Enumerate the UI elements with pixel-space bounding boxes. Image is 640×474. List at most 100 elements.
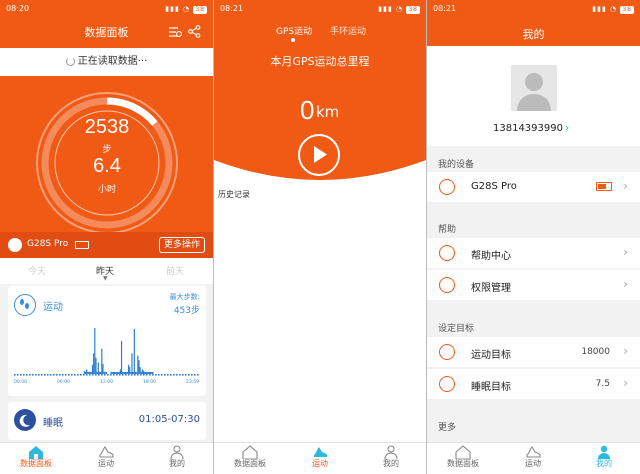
nav-mine[interactable]: 我的 [579, 443, 629, 469]
bottom-nav: 数据面板 运动 我的 [214, 442, 426, 474]
sleep-card[interactable]: 睡眠 01:05-07:30 [8, 402, 206, 440]
battery-level: 38 [406, 6, 420, 14]
nav-sport[interactable]: 运动 [81, 443, 131, 469]
help-center-row[interactable]: 帮助中心 › [427, 238, 640, 268]
sleep-time-range: 01:05-07:30 [138, 414, 200, 425]
device-status-bar: G28S Pro 更多操作 [0, 232, 213, 258]
activity-baseline-dot [65, 374, 67, 376]
activity-bar [126, 372, 128, 374]
tab-today[interactable]: 今天 [28, 264, 46, 277]
status-icons: ▮▮▮ ◔ 38 [165, 5, 207, 14]
activity-baseline-dot [164, 374, 166, 376]
activity-baseline-dot [134, 374, 136, 376]
activity-baseline-dot [110, 374, 112, 376]
activity-baseline-dot [107, 374, 109, 376]
nav-label: 运动 [525, 459, 541, 468]
tab-day-before[interactable]: 前天 [166, 264, 184, 277]
activity-baseline-dot [86, 374, 88, 376]
chevron-right-icon: › [623, 277, 628, 291]
activity-bar [143, 370, 145, 374]
sleep-goal-row[interactable]: 睡眠目标 7.5 › [427, 369, 640, 399]
device-row[interactable]: G28S Pro › [427, 172, 640, 202]
activity-bar [145, 372, 147, 374]
activity-baseline-dot [104, 374, 106, 376]
help-center-label: 帮助中心 [471, 251, 511, 262]
activity-baseline-dot [26, 374, 28, 376]
profile-card[interactable]: 13814393990 › [427, 46, 640, 146]
person-icon [598, 445, 610, 459]
tab-band[interactable]: 手环运动 [330, 24, 366, 37]
activity-baseline-dot [122, 374, 124, 376]
nav-label: 我的 [596, 459, 612, 468]
hours-value: 6.4 [93, 155, 121, 177]
permission-label: 权限管理 [471, 283, 511, 294]
activity-title: 运动 [43, 302, 63, 313]
history-link[interactable]: 历史记录 [218, 189, 250, 200]
activity-baseline-dot [47, 374, 49, 376]
nav-mine[interactable]: 我的 [152, 443, 202, 469]
sport-goal-row[interactable]: 运动目标 18000 › [427, 337, 640, 367]
lock-icon [439, 277, 455, 293]
activity-bar [117, 372, 119, 374]
sleep-goal-label: 睡眠目标 [471, 382, 511, 393]
activity-baseline-dot [119, 374, 121, 376]
loading-text: 正在读取数据··· [77, 56, 148, 67]
activity-baseline-dot [80, 374, 82, 376]
status-time: 08:20 [6, 4, 30, 13]
activity-bar [101, 348, 103, 374]
nav-dashboard[interactable]: 数据面板 [438, 443, 488, 469]
activity-bar [146, 372, 148, 374]
activity-baseline-dot [188, 374, 190, 376]
activity-baseline-dot [23, 374, 25, 376]
activity-bar [130, 372, 132, 374]
activity-baseline-dot [170, 374, 172, 376]
activity-bar [141, 369, 144, 374]
activity-bar [148, 372, 151, 374]
activity-bar [96, 372, 98, 374]
activity-baseline-dot [161, 374, 163, 376]
sync-list-icon[interactable] [168, 23, 182, 42]
start-run-button[interactable] [298, 134, 340, 176]
activity-card[interactable]: 运动 最大步数: 453步 00:00 06:00 12:00 18:00 23:59 [8, 286, 206, 396]
nav-dashboard[interactable]: 数据面板 [225, 443, 275, 469]
activity-baseline-dot [125, 374, 127, 376]
activity-baseline-dot [149, 374, 151, 376]
activity-baseline-dot [173, 374, 175, 376]
max-steps-label: 最大步数: [169, 293, 200, 301]
status-bar: 08:20 ▮▮▮ ◔ 38 [0, 0, 213, 18]
avatar[interactable] [511, 65, 557, 111]
activity-baseline-dot [137, 374, 139, 376]
mine-screen: 08:21 ▮▮▮ ◔ 38 我的 13814393990 › 我的设备 G28… [427, 0, 640, 474]
chevron-right-icon: › [623, 376, 628, 390]
nav-mine[interactable]: 我的 [366, 443, 416, 469]
nav-label: 运动 [98, 459, 114, 468]
loading-spinner-icon [65, 56, 75, 66]
tab-gps[interactable]: GPS运动 [276, 24, 312, 37]
progress-ring[interactable]: 2538 步 6.4 小时 [34, 90, 180, 236]
activity-bar [90, 372, 92, 374]
share-icon[interactable] [188, 23, 201, 42]
nav-sport[interactable]: 运动 [295, 443, 345, 469]
activity-baseline-dot [197, 374, 199, 376]
nav-sport[interactable]: 运动 [508, 443, 558, 469]
bottom-nav: 数据面板 运动 我的 [0, 442, 213, 474]
monthly-distance-title: 本月GPS运动总里程 [270, 55, 370, 68]
activity-bar [152, 372, 154, 374]
activity-time-tick: 12:00 [100, 379, 113, 385]
activity-bar [113, 372, 116, 374]
activity-baseline-dot [56, 374, 58, 376]
activity-bar [111, 372, 113, 374]
shoe-icon [314, 447, 327, 457]
activity-bar [137, 355, 139, 374]
activity-bar [95, 357, 97, 374]
sleep-goal-value: 7.5 [595, 379, 610, 389]
nav-dashboard[interactable]: 数据面板 [11, 443, 61, 469]
activity-baseline-dot [50, 374, 52, 376]
battery-icon [596, 182, 612, 191]
activity-bar [122, 372, 124, 374]
more-actions-button[interactable]: 更多操作 [158, 237, 205, 253]
permission-row[interactable]: 权限管理 › [427, 270, 640, 300]
device-name: G28S Pro [27, 239, 69, 249]
activity-baseline-dot [17, 374, 19, 376]
activity-baseline-dot [113, 374, 115, 376]
